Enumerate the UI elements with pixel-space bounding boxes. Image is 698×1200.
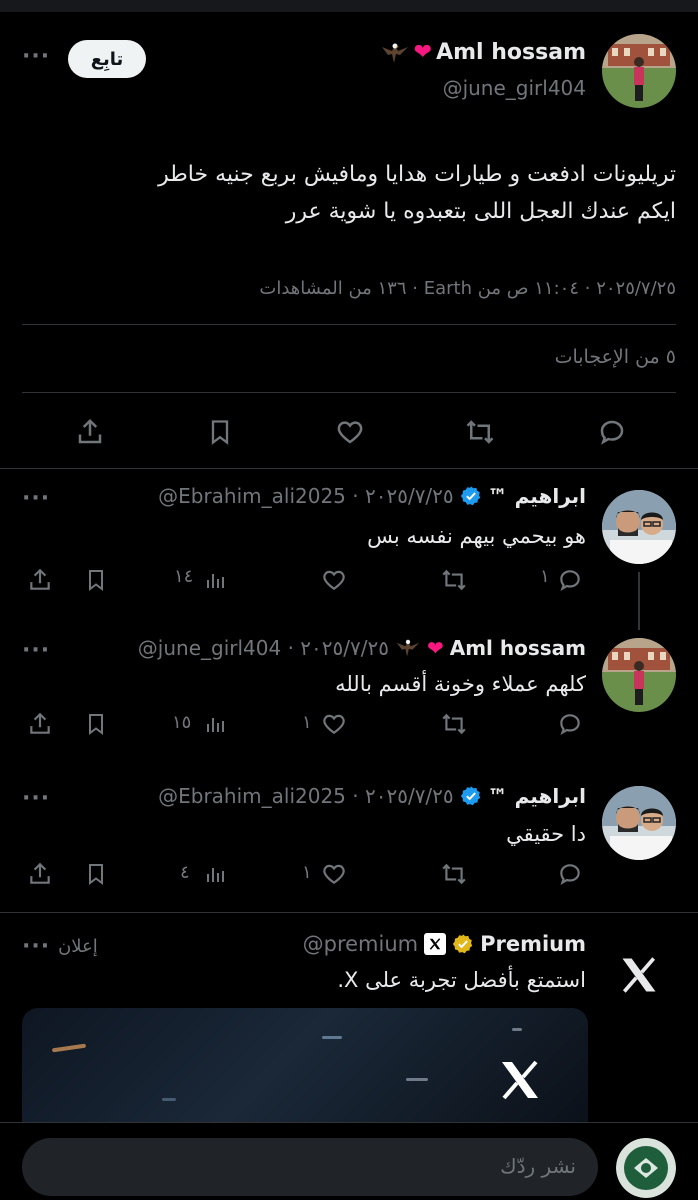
status-bar xyxy=(0,0,698,12)
divider xyxy=(22,392,676,393)
bookmark-icon[interactable] xyxy=(200,412,240,452)
reply-header[interactable]: @june_girl404 · ٢٠٢٥/٧/٢٥ ❤ Aml hossam xyxy=(138,636,586,660)
divider xyxy=(0,468,698,469)
ad-text: استمتع بأفضل تجربة على X. xyxy=(337,968,586,992)
likes-summary[interactable]: ٥ من الإعجابات xyxy=(555,346,676,368)
reply-handle-date: @june_girl404 · ٢٠٢٥/٧/٢٥ xyxy=(137,636,389,660)
ad-handle: @premium xyxy=(302,932,419,956)
post-text-line-1: تريليونات ادفعت و طيارات هدايا ومافيش بر… xyxy=(158,162,676,187)
bookmark-icon[interactable] xyxy=(78,562,114,598)
reply-input-placeholder: نشر ردّك xyxy=(500,1154,576,1178)
author-name-row[interactable]: ❤ Aml hossam xyxy=(380,40,586,65)
post-text: تريليونات ادفعت و طيارات هدايا ومافيش بر… xyxy=(16,156,676,230)
author-handle[interactable]: @june_girl404 xyxy=(443,76,586,100)
x-badge-icon xyxy=(424,933,447,955)
reply-icon[interactable] xyxy=(552,562,588,598)
reply-text: هو بيحمي بيهم نفسه بس xyxy=(367,524,586,548)
repost-icon[interactable] xyxy=(436,562,472,598)
post-meta: ٢٠٢٥/٧/٢٥ · ١١:٠٤ ص من Earth · ١٣٦ من ال… xyxy=(259,278,676,299)
divider xyxy=(22,324,676,325)
more-icon[interactable]: ··· xyxy=(22,786,50,811)
more-icon[interactable]: ··· xyxy=(22,44,50,69)
share-icon[interactable] xyxy=(22,856,58,892)
reply-avatar[interactable] xyxy=(602,786,676,860)
reply-count: ١ xyxy=(540,566,550,587)
composer-avatar[interactable] xyxy=(616,1138,676,1198)
like-icon[interactable] xyxy=(316,856,352,892)
post-text-line-2: ايكم عندك العجل اللى بتعبدوه يا شوية عرر xyxy=(285,199,676,224)
ad-label: إعلان xyxy=(58,936,98,957)
ad-author-name: Premium xyxy=(480,932,586,956)
reply-icon[interactable] xyxy=(552,856,588,892)
like-icon[interactable] xyxy=(330,412,370,452)
reply-text: دا حقيقي xyxy=(506,822,586,846)
reply-header[interactable]: @Ebrahim_ali2025 · ٢٠٢٥/٧/٢٥ ابراهيم ™ xyxy=(158,484,586,508)
views-count: ١٥ xyxy=(172,712,192,733)
bookmark-icon[interactable] xyxy=(78,706,114,742)
repost-icon[interactable] xyxy=(436,856,472,892)
more-icon[interactable]: ··· xyxy=(22,638,50,663)
verified-badge xyxy=(460,785,482,807)
more-icon[interactable]: ··· xyxy=(22,486,50,511)
share-icon[interactable] xyxy=(70,412,110,452)
share-icon[interactable] xyxy=(22,562,58,598)
eagle-emoji xyxy=(395,637,421,659)
like-count: ١ xyxy=(302,862,312,883)
x-logo-icon xyxy=(496,1056,544,1104)
reply-author-name: Aml hossam xyxy=(449,636,586,660)
divider xyxy=(0,912,698,913)
more-icon[interactable]: ··· xyxy=(22,934,50,959)
eagle-emoji xyxy=(380,41,410,65)
thread-line xyxy=(638,572,640,630)
reply-handle-date: @Ebrahim_ali2025 · ٢٠٢٥/٧/٢٥ xyxy=(158,784,454,808)
x-logo-icon[interactable] xyxy=(604,940,674,1010)
like-icon[interactable] xyxy=(316,562,352,598)
ad-media[interactable] xyxy=(22,1008,588,1138)
views-icon[interactable] xyxy=(198,706,234,742)
verified-badge xyxy=(460,485,482,507)
reply-avatar[interactable] xyxy=(602,490,676,564)
share-icon[interactable] xyxy=(22,706,58,742)
views-icon[interactable] xyxy=(198,856,234,892)
author-avatar[interactable] xyxy=(602,34,676,108)
reply-icon[interactable] xyxy=(552,706,588,742)
ad-header[interactable]: @premium Premium xyxy=(303,932,586,956)
heart-emoji: ❤ xyxy=(426,636,444,660)
reply-author-name: ابراهيم ™ xyxy=(487,484,586,508)
views-count: ٤ xyxy=(180,862,190,883)
repost-icon[interactable] xyxy=(436,706,472,742)
repost-icon[interactable] xyxy=(460,412,500,452)
reply-author-name: ابراهيم ™ xyxy=(487,784,586,808)
bookmark-icon[interactable] xyxy=(78,856,114,892)
heart-emoji: ❤ xyxy=(413,40,433,65)
views-count: ١٤ xyxy=(174,566,194,587)
reply-input[interactable]: نشر ردّك xyxy=(22,1138,598,1196)
reply-icon[interactable] xyxy=(592,412,632,452)
reply-text: كلهم عملاء وخونة أقسم بالله xyxy=(335,672,586,696)
reply-header[interactable]: @Ebrahim_ali2025 · ٢٠٢٥/٧/٢٥ ابراهيم ™ xyxy=(158,784,586,808)
verified-badge xyxy=(452,933,474,955)
reply-handle-date: @Ebrahim_ali2025 · ٢٠٢٥/٧/٢٥ xyxy=(158,484,454,508)
follow-button[interactable]: تابِع xyxy=(68,40,146,78)
ad-label-row[interactable]: ··· إعلان xyxy=(22,934,98,959)
author-name: Aml hossam xyxy=(436,40,586,65)
views-icon[interactable] xyxy=(198,562,234,598)
like-count: ١ xyxy=(302,712,312,733)
like-icon[interactable] xyxy=(316,706,352,742)
reply-avatar[interactable] xyxy=(602,638,676,712)
